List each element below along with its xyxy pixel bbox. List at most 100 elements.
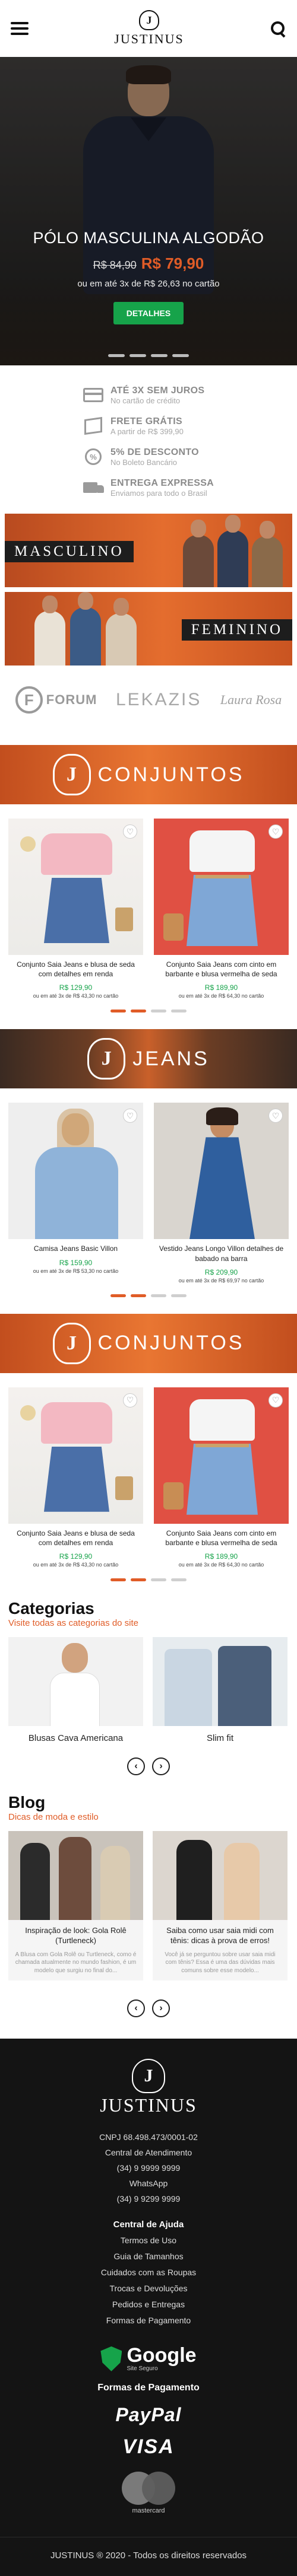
product-row: ♡ Camisa Jeans Basic Villon R$ 159,90 ou…	[0, 1088, 297, 1284]
section-banner-conjuntos: J CONJUNTOS	[0, 1313, 297, 1373]
carousel-dot[interactable]	[110, 1010, 126, 1013]
benefits-list: ATÉ 3X SEM JUROS No cartão de crédito FR…	[0, 365, 297, 514]
category-label: FEMININO	[181, 619, 292, 641]
favorite-heart-icon[interactable]: ♡	[268, 1109, 283, 1123]
category-card[interactable]: Blusas Cava Americana	[8, 1637, 143, 1750]
product-image: ♡	[8, 1103, 143, 1240]
category-banner-feminino[interactable]: FEMININO	[5, 592, 292, 666]
carousel-dot[interactable]	[129, 354, 146, 357]
hero-title: PÓLO MASCULINA ALGODÃO	[33, 229, 264, 247]
section-title: CONJUNTOS	[97, 763, 245, 786]
chevron-left-icon[interactable]: ‹	[127, 1757, 145, 1776]
whatsapp-phone[interactable]: (34) 9 9299 9999	[0, 2191, 297, 2206]
site-logo[interactable]: J JUSTINUS	[114, 10, 184, 47]
footer-link-orders[interactable]: Pedidos e Entregas	[0, 2297, 297, 2313]
product-price: R$ 209,90	[204, 1268, 238, 1276]
favorite-heart-icon[interactable]: ♡	[268, 1393, 283, 1408]
carousel-dot[interactable]	[151, 354, 168, 357]
product-name: Conjunto Saia Jeans e blusa de seda com …	[17, 960, 135, 979]
brands-strip: F FORUM LEKAZIS Laura Rosa	[0, 671, 297, 728]
site-footer: J JUSTINUS CNPJ 68.498.473/0001-02 Centr…	[0, 2039, 297, 2576]
brand-lekazis-logo[interactable]: LEKAZIS	[116, 690, 201, 710]
footer-link-clothing-care[interactable]: Cuidados com as Roupas	[0, 2265, 297, 2281]
favorite-heart-icon[interactable]: ♡	[123, 824, 137, 839]
product-installments: ou em até 3x de R$ 53,30 no cartão	[33, 1268, 119, 1274]
category-label: MASCULINO	[5, 541, 134, 562]
blog-post-card[interactable]: Saiba como usar saia midi com tênis: dic…	[153, 1831, 287, 1981]
product-price: R$ 189,90	[204, 983, 238, 992]
product-card[interactable]: ♡ Vestido Jeans Longo Villon detalhes de…	[154, 1103, 289, 1284]
google-name: Google	[127, 2344, 197, 2367]
carousel-dot[interactable]	[171, 1578, 187, 1582]
category-banner-masculino[interactable]: MASCULINO	[5, 514, 292, 587]
footer-link-returns[interactable]: Trocas e Devoluções	[0, 2281, 297, 2297]
footer-link-payment[interactable]: Formas de Pagamento	[0, 2313, 297, 2329]
category-card[interactable]: Slim fit	[153, 1637, 287, 1750]
carousel-dot[interactable]	[110, 1294, 126, 1297]
chevron-left-icon[interactable]: ‹	[127, 1999, 145, 2018]
service-label: Central de Atendimento	[105, 2148, 192, 2158]
help-links: Termos de Uso Guia de Tamanhos Cuidados …	[0, 2233, 297, 2329]
paypal-logo: PayPal	[115, 2403, 182, 2425]
search-icon[interactable]	[270, 20, 286, 37]
carousel-dot[interactable]	[151, 1578, 166, 1582]
hero-content: PÓLO MASCULINA ALGODÃO R$ 84,90 R$ 79,90…	[0, 229, 297, 324]
blog-carousel-controls: ‹ ›	[0, 1999, 297, 2018]
blog-subtitle[interactable]: Dicas de moda e estilo	[8, 1812, 99, 1822]
product-card[interactable]: ♡ Conjunto Saia Jeans e blusa de seda co…	[8, 1387, 143, 1568]
product-name: Camisa Jeans Basic Villon	[33, 1244, 118, 1253]
benefit-subtitle: No cartão de crédito	[110, 396, 181, 405]
carousel-dot[interactable]	[151, 1010, 166, 1013]
blog-header: Blog Dicas de moda e estilo	[0, 1793, 297, 1823]
product-installments: ou em até 3x de R$ 43,30 no cartão	[33, 1562, 119, 1568]
product-image: ♡	[8, 1387, 143, 1524]
favorite-heart-icon[interactable]: ♡	[268, 824, 283, 839]
footer-link-size-guide[interactable]: Guia de Tamanhos	[0, 2249, 297, 2265]
shield-check-icon	[100, 2346, 122, 2371]
blog-post-image	[8, 1831, 143, 1921]
favorite-heart-icon[interactable]: ♡	[123, 1393, 137, 1408]
product-image: ♡	[154, 1387, 289, 1524]
brand-forum-logo[interactable]: F FORUM	[15, 686, 97, 714]
carousel-dot[interactable]	[131, 1010, 146, 1013]
page: J JUSTINUS PÓLO MASCULINA ALGODÃO R$ 84,…	[0, 0, 297, 2576]
carousel-dot[interactable]	[172, 354, 189, 357]
carousel-dot[interactable]	[151, 1294, 166, 1297]
chevron-right-icon[interactable]: ›	[152, 1757, 170, 1776]
service-phone[interactable]: (34) 9 9999 9999	[0, 2160, 297, 2176]
blog-post-excerpt: A Blusa com Gola Rolê ou Turtleneck, com…	[15, 1951, 137, 1974]
product-card[interactable]: ♡ Camisa Jeans Basic Villon R$ 159,90 ou…	[8, 1103, 143, 1283]
hero-details-button[interactable]: DETALHES	[113, 302, 184, 324]
product-name: Conjunto Saia Jeans e blusa de seda com …	[17, 1529, 135, 1547]
footer-link-terms[interactable]: Termos de Uso	[0, 2233, 297, 2249]
carousel-dot[interactable]	[131, 1294, 146, 1297]
product-carousel-dots	[0, 1578, 297, 1582]
carousel-dot[interactable]	[171, 1010, 187, 1013]
mastercard-label: mastercard	[132, 2507, 165, 2514]
product-carousel-dots	[0, 1294, 297, 1297]
benefit-express-delivery: ENTREGA EXPRESSA Enviamos para todo o Br…	[83, 472, 297, 503]
carousel-dot[interactable]	[108, 354, 125, 357]
chevron-right-icon[interactable]: ›	[152, 1999, 170, 2018]
hero-carousel-dots	[0, 354, 297, 357]
categories-row: Blusas Cava Americana Slim fit	[0, 1629, 297, 1750]
help-center-title: Central de Ajuda	[113, 2220, 184, 2230]
carousel-dot[interactable]	[131, 1578, 146, 1582]
all-categories-link[interactable]: Visite todas as categorias do site	[8, 1618, 138, 1628]
hero-banner[interactable]: PÓLO MASCULINA ALGODÃO R$ 84,90 R$ 79,90…	[0, 57, 297, 365]
blog-post-card[interactable]: Inspiração de look: Gola Rolê (Turtlenec…	[8, 1831, 143, 1981]
carousel-dot[interactable]	[171, 1294, 187, 1297]
footer-logo[interactable]: J JUSTINUS	[0, 2059, 297, 2116]
carousel-dot[interactable]	[110, 1578, 126, 1582]
product-price: R$ 159,90	[59, 1258, 93, 1267]
product-card[interactable]: ♡ Conjunto Saia Jeans e blusa de seda co…	[8, 819, 143, 999]
categories-carousel-controls: ‹ ›	[0, 1757, 297, 1776]
product-card[interactable]: ♡ Conjunto Saia Jeans com cinto em barba…	[154, 819, 289, 999]
forum-mark-icon: F	[15, 686, 43, 714]
product-card[interactable]: ♡ Conjunto Saia Jeans com cinto em barba…	[154, 1387, 289, 1568]
hamburger-menu-icon[interactable]	[11, 22, 29, 35]
product-price: R$ 129,90	[59, 1552, 93, 1561]
favorite-heart-icon[interactable]: ♡	[123, 1109, 137, 1123]
blog-post-excerpt: Você já se perguntou sobre usar saia mid…	[165, 1951, 276, 1974]
brand-laura-rosa-logo[interactable]: Laura Rosa	[220, 693, 282, 706]
